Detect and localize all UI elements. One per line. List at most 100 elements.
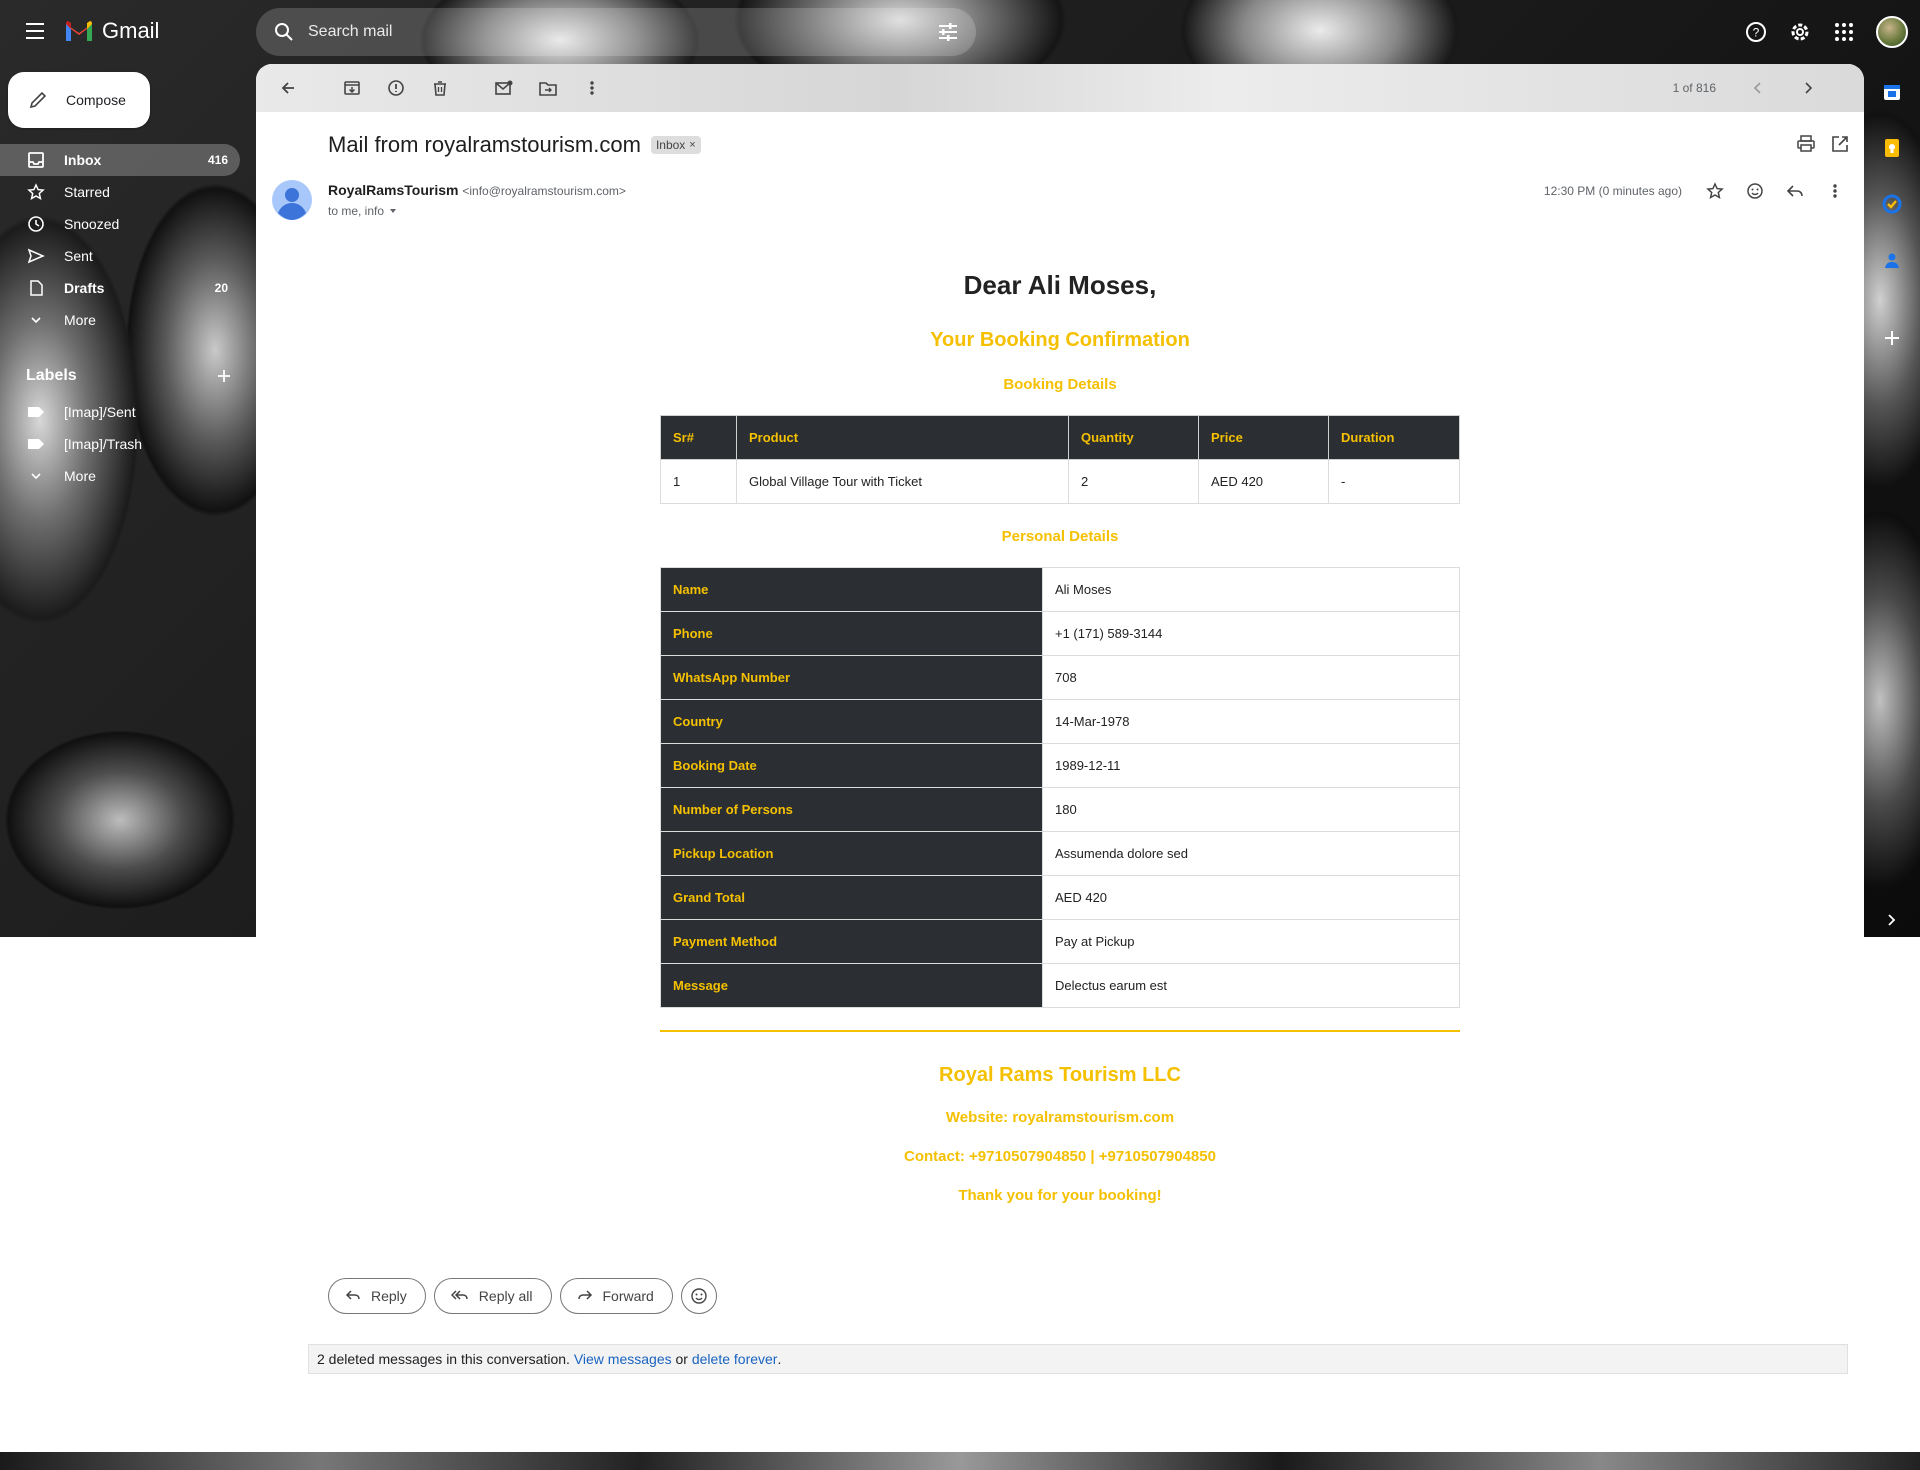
deleted-period: . (777, 1351, 782, 1367)
recipients[interactable]: to me, info (328, 204, 398, 218)
search-options-icon[interactable] (936, 20, 960, 44)
back-arrow-icon[interactable] (270, 70, 306, 106)
archive-icon[interactable] (334, 70, 370, 106)
recipient-details-dropdown-icon[interactable] (388, 206, 398, 216)
field-label: Booking Date (660, 743, 1043, 788)
subject-actions (1796, 134, 1850, 154)
field-value: Ali Moses (1042, 567, 1460, 612)
message-toolbar: 1 of 816 (256, 64, 1864, 112)
message-time: 12:30 PM (0 minutes ago) (1543, 184, 1682, 198)
gmail-m-icon (66, 21, 92, 41)
inbox-label-chip[interactable]: Inbox × (650, 136, 701, 154)
labels-title: Labels (26, 367, 77, 384)
field-label: Pickup Location (660, 831, 1043, 876)
star-icon (26, 182, 46, 202)
remove-label-icon[interactable]: × (689, 139, 695, 151)
field-label: Name (660, 567, 1043, 612)
reply-button[interactable]: Reply (328, 1278, 426, 1314)
reply-all-label: Reply all (478, 1288, 533, 1304)
greeting: Dear Ali Moses, (963, 270, 1157, 300)
label-icon (26, 402, 46, 422)
sender-name[interactable]: RoyalRamsTourism (328, 182, 458, 198)
side-panel-rail (1864, 64, 1920, 937)
field-value: 708 (1042, 655, 1460, 700)
chevron-down-icon (26, 466, 46, 486)
cell-sr: 1 (660, 459, 737, 504)
more-vert-icon[interactable] (574, 70, 610, 106)
top-right-controls: ? (1740, 12, 1908, 52)
label-name: [Imap]/Sent (64, 404, 136, 420)
thank-you-note: Thank you for your booking! (958, 1187, 1162, 1204)
sender-avatar[interactable] (272, 180, 312, 220)
view-messages-link[interactable]: View messages (574, 1351, 672, 1367)
star-icon[interactable] (1700, 176, 1730, 206)
sidebar-item-label: More (64, 312, 96, 328)
sidebar-item-more[interactable]: More (0, 304, 240, 336)
table-row: Booking Date 1989-12-11 (660, 743, 1460, 788)
older-chevron-right-icon[interactable] (1790, 70, 1826, 106)
gmail-logo[interactable]: Gmail (64, 18, 159, 44)
emoji-reaction-button[interactable] (680, 1278, 717, 1314)
settings-gear-icon[interactable] (1784, 12, 1816, 52)
compose-button[interactable]: Compose (8, 72, 150, 128)
message-more-vert-icon[interactable] (1820, 176, 1850, 206)
contacts-icon[interactable] (1878, 246, 1906, 274)
delete-forever-link[interactable]: delete forever (692, 1351, 778, 1367)
main-menu-button[interactable] (20, 18, 50, 46)
chip-label: Inbox (655, 138, 686, 152)
message-view: 1 of 816 Mail from royalramstourism.com … (256, 64, 1864, 1439)
top-bar: Gmail ? (0, 0, 1920, 64)
reply-arrow-icon[interactable] (1780, 176, 1810, 206)
open-in-new-window-icon[interactable] (1830, 134, 1850, 154)
account-avatar[interactable] (1876, 16, 1908, 48)
add-label-icon[interactable] (216, 368, 232, 384)
sidebar-item-starred[interactable]: Starred (0, 176, 240, 208)
forward-icon (577, 1290, 592, 1300)
delete-trash-icon[interactable] (422, 70, 458, 106)
field-label: Number of Persons (660, 787, 1043, 832)
field-value: AED 420 (1042, 875, 1460, 920)
field-value: Delectus earum est (1042, 963, 1460, 1008)
show-side-panel-chevron-icon[interactable] (1878, 906, 1906, 934)
search-bar[interactable] (256, 8, 976, 56)
sidebar-item-snoozed[interactable]: Snoozed (0, 208, 240, 240)
sidebar-item-drafts[interactable]: Drafts 20 (0, 272, 240, 304)
personal-details-table: Name Ali Moses Phone +1 (171) 589-3144 Wha… (660, 567, 1460, 1008)
col-header-price: Price (1198, 415, 1329, 460)
forward-button[interactable]: Forward (559, 1278, 673, 1314)
sidebar-item-label: Inbox (64, 152, 102, 168)
newer-chevron-left-icon[interactable] (1740, 70, 1776, 106)
app-name: Gmail (102, 18, 160, 43)
move-to-icon[interactable] (530, 70, 566, 106)
theme-background-bottom (0, 1452, 1920, 1470)
print-icon[interactable] (1796, 134, 1816, 154)
calendar-icon[interactable] (1878, 78, 1906, 106)
label-name: [Imap]/Trash (64, 436, 143, 452)
sidebar-item-inbox[interactable]: Inbox 416 (0, 144, 240, 176)
reply-label: Reply (371, 1288, 407, 1304)
tasks-icon[interactable] (1878, 190, 1906, 218)
get-addons-plus-icon[interactable] (1878, 324, 1906, 352)
add-reaction-emoji-icon[interactable] (1740, 176, 1770, 206)
mark-unread-icon[interactable] (486, 70, 522, 106)
apps-grid-icon[interactable] (1828, 12, 1860, 52)
reply-all-button[interactable]: Reply all (433, 1278, 552, 1314)
keep-icon[interactable] (1878, 134, 1906, 162)
cell-quantity: 2 (1068, 459, 1199, 504)
subject-row: Mail from royalramstourism.com Inbox × (328, 132, 701, 158)
field-label: WhatsApp Number (660, 655, 1043, 700)
field-value: Pay at Pickup (1042, 919, 1460, 964)
search-input[interactable] (308, 23, 936, 41)
label-item-imap-sent[interactable]: [Imap]/Sent (0, 396, 240, 428)
report-spam-icon[interactable] (378, 70, 414, 106)
sidebar-item-sent[interactable]: Sent (0, 240, 240, 272)
label-item-imap-trash[interactable]: [Imap]/Trash (0, 428, 240, 460)
field-value: 180 (1042, 787, 1460, 832)
sidebar-item-label: Starred (64, 184, 110, 200)
labels-more[interactable]: More (0, 460, 240, 492)
reply-icon (345, 1290, 360, 1300)
sender-email: <info@royalramstourism.com> (462, 184, 626, 198)
help-icon[interactable]: ? (1740, 12, 1772, 52)
label-icon (26, 434, 46, 454)
search-icon[interactable] (272, 20, 296, 44)
